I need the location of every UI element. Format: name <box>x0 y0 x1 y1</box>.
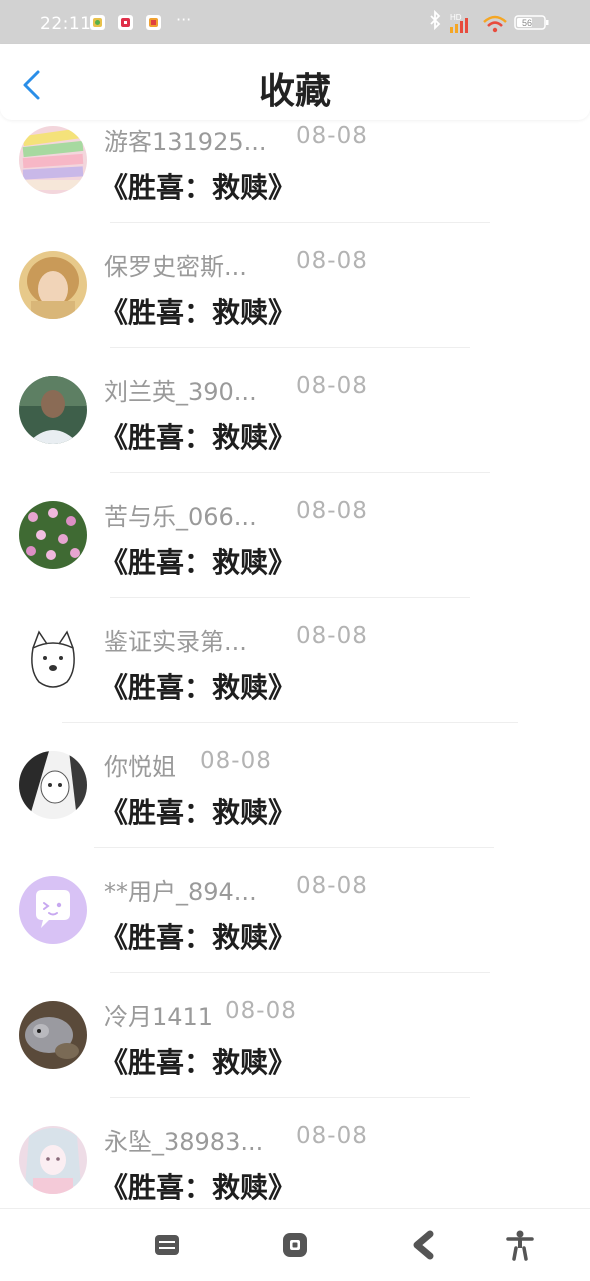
divider <box>110 472 490 473</box>
wifi-icon <box>482 0 508 44</box>
divider <box>110 597 470 598</box>
book-title[interactable]: 《胜喜：救赎》 <box>100 291 296 331</box>
signal-icon: HD <box>448 0 476 44</box>
user-name: 冷月1411 <box>104 1003 214 1031</box>
back-icon[interactable] <box>408 1229 440 1261</box>
book-title[interactable]: 《胜喜：救赎》 <box>100 1041 296 1081</box>
user-name: **用户_894... <box>104 878 257 906</box>
book-title[interactable]: 《胜喜：救赎》 <box>100 1166 296 1206</box>
avatar[interactable] <box>19 1126 87 1194</box>
user-name: 刘兰英_390... <box>104 378 257 406</box>
network-label: HD <box>450 13 462 22</box>
header: 收藏 <box>0 44 590 120</box>
book-title[interactable]: 《胜喜：救赎》 <box>100 916 296 956</box>
girl-photo-avatar-image <box>19 251 87 319</box>
book-title[interactable]: 《胜喜：救赎》 <box>100 541 296 581</box>
list-item[interactable]: 永坠_38983... 08-08 《胜喜：救赎》 <box>0 1110 590 1208</box>
menu-icon[interactable] <box>151 1229 183 1261</box>
divider <box>110 222 490 223</box>
status-time: 22:11 <box>40 14 92 34</box>
home-icon[interactable] <box>279 1229 311 1261</box>
list-item[interactable]: 苦与乐_066... 08-08 《胜喜：救赎》 <box>0 485 590 610</box>
date: 08-08 <box>296 873 368 899</box>
date: 08-08 <box>296 123 368 149</box>
user-name: 保罗史密斯... <box>104 253 247 281</box>
date: 08-08 <box>296 373 368 399</box>
book-title[interactable]: 《胜喜：救赎》 <box>100 166 296 206</box>
anime-pink-avatar-image <box>19 1126 87 1194</box>
notification-app-icon <box>118 15 133 30</box>
system-nav-bar <box>0 1208 590 1281</box>
notification-app-icon <box>90 15 105 30</box>
flowers-avatar-image <box>19 501 87 569</box>
doge-sketch-avatar-image <box>19 626 87 694</box>
user-name: 苦与乐_066... <box>104 503 257 531</box>
avatar[interactable] <box>19 126 87 194</box>
battery-icon: 56 <box>514 0 550 44</box>
more-notifications-icon: ··· <box>176 10 192 29</box>
woman-photo-avatar-image <box>19 376 87 444</box>
date: 08-08 <box>225 998 297 1024</box>
book-title[interactable]: 《胜喜：救赎》 <box>100 791 296 831</box>
date: 08-08 <box>296 1123 368 1149</box>
animal-avatar-image <box>19 1001 87 1069</box>
accessibility-icon[interactable] <box>504 1229 536 1261</box>
user-name: 你悦姐 <box>104 753 176 781</box>
list-item[interactable]: 冷月1411 08-08 《胜喜：救赎》 <box>0 985 590 1110</box>
list-item[interactable]: 你悦姐 08-08 《胜喜：救赎》 <box>0 735 590 860</box>
date: 08-08 <box>296 623 368 649</box>
avatar[interactable] <box>19 626 87 694</box>
favorites-list: 游客131925... 08-08 《胜喜：救赎》 保罗史密斯... 08-08… <box>0 110 590 1208</box>
divider <box>110 1097 470 1098</box>
status-bar: 22:11 ··· HD 56 <box>0 0 590 44</box>
avatar[interactable] <box>19 876 87 944</box>
user-name: 永坠_38983... <box>104 1128 264 1156</box>
battery-level: 56 <box>522 18 532 28</box>
user-name: 鉴证实录第... <box>104 628 247 656</box>
book-title[interactable]: 《胜喜：救赎》 <box>100 416 296 456</box>
date: 08-08 <box>296 248 368 274</box>
user-name: 游客131925... <box>104 128 267 156</box>
avatar[interactable] <box>19 501 87 569</box>
list-item[interactable]: 鉴证实录第... 08-08 《胜喜：救赎》 <box>0 610 590 735</box>
date: 08-08 <box>200 748 272 774</box>
page-title: 收藏 <box>258 71 331 112</box>
divider <box>62 722 518 723</box>
list-item[interactable]: 保罗史密斯... 08-08 《胜喜：救赎》 <box>0 235 590 360</box>
book-title[interactable]: 《胜喜：救赎》 <box>100 666 296 706</box>
date: 08-08 <box>296 498 368 524</box>
bluetooth-icon <box>428 0 442 44</box>
divider <box>110 347 470 348</box>
avatar[interactable] <box>19 1001 87 1069</box>
divider <box>94 847 494 848</box>
avatar[interactable] <box>19 376 87 444</box>
default-chat-avatar-icon <box>36 890 70 928</box>
notification-app-icon <box>146 15 161 30</box>
list-item[interactable]: 刘兰英_390... 08-08 《胜喜：救赎》 <box>0 360 590 485</box>
anime-bw-avatar-image <box>19 751 87 819</box>
avatar[interactable] <box>19 751 87 819</box>
divider <box>110 972 490 973</box>
list-item[interactable]: **用户_894... 08-08 《胜喜：救赎》 <box>0 860 590 985</box>
books-avatar-image <box>19 126 87 194</box>
avatar[interactable] <box>19 251 87 319</box>
list-item[interactable]: 游客131925... 08-08 《胜喜：救赎》 <box>0 110 590 235</box>
